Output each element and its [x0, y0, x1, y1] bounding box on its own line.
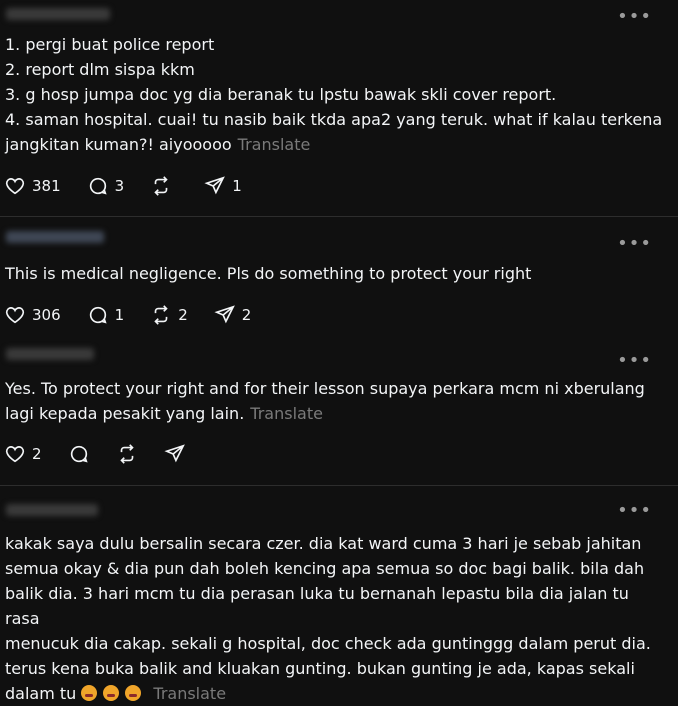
post-actions: 381 3 1 — [4, 174, 268, 198]
reply-button[interactable]: 1 — [87, 304, 125, 326]
comment-icon — [89, 177, 107, 195]
post-line: 3. g hosp jumpa doc yg dia beranak tu lp… — [5, 85, 557, 104]
post-4: ••• kakak saya dulu bersalin secara czer… — [0, 486, 678, 704]
post-line: balik dia. 3 hari mcm tu dia perasan luk… — [5, 584, 629, 628]
reply-count: 1 — [114, 306, 125, 324]
like-count: 306 — [32, 306, 61, 324]
persevering-face-emoji — [103, 685, 120, 701]
repost-icon — [154, 176, 168, 196]
post-text: 1. pergi buat police report 2. report dl… — [5, 32, 668, 157]
username-blurred[interactable] — [6, 348, 94, 360]
heart-icon — [5, 178, 25, 195]
username-blurred[interactable] — [6, 8, 110, 20]
more-options-icon[interactable]: ••• — [617, 352, 652, 370]
repost-button[interactable]: 2 — [150, 304, 188, 326]
share-icon — [214, 305, 235, 324]
more-options-icon[interactable]: ••• — [617, 235, 652, 253]
reply-button[interactable] — [68, 443, 90, 465]
translate-link[interactable]: Translate — [238, 135, 311, 154]
username-blurred[interactable] — [6, 231, 104, 243]
reply-button[interactable]: 3 — [87, 175, 125, 197]
repost-button[interactable] — [150, 175, 178, 197]
more-options-icon[interactable]: ••• — [617, 8, 652, 26]
share-icon — [204, 176, 226, 195]
post-line: semua okay & dia pun dah boleh kencing a… — [5, 559, 645, 578]
post-text: kakak saya dulu bersalin secara czer. di… — [5, 531, 668, 706]
comment-icon — [70, 445, 88, 463]
translate-link[interactable]: Translate — [153, 684, 226, 703]
share-icon — [163, 444, 185, 463]
post-text: Yes. To protect your right and for their… — [5, 376, 668, 426]
heart-icon — [5, 446, 25, 463]
post-line: terus kena buka balik and kluakan guntin… — [5, 659, 635, 678]
share-button[interactable]: 1 — [204, 175, 242, 197]
post-actions: 2 — [4, 442, 212, 466]
heart-icon — [5, 307, 25, 324]
share-button[interactable] — [163, 443, 186, 465]
more-options-icon[interactable]: ••• — [617, 502, 652, 520]
repost-count: 2 — [178, 306, 188, 324]
post-line: dalam tu Translate — [5, 684, 227, 703]
like-count: 2 — [32, 445, 42, 463]
post-line: 2. report dlm sispa kkm — [5, 60, 195, 79]
persevering-face-emoji — [81, 685, 98, 701]
share-count: 1 — [232, 177, 242, 195]
share-button[interactable]: 2 — [214, 304, 252, 326]
like-button[interactable]: 381 — [4, 175, 61, 197]
post-1: ••• 1. pergi buat police report 2. repor… — [0, 0, 678, 216]
share-count: 2 — [241, 306, 252, 324]
post-line: menucuk dia cakap. sekali g hospital, do… — [5, 634, 651, 653]
post-line: lagi kepada pesakit yang lain. Translate — [5, 404, 323, 423]
post-line: Yes. To protect your right and for their… — [5, 379, 645, 398]
post-text: This is medical negligence. Pls do somet… — [5, 261, 668, 286]
post-actions: 306 1 2 2 — [4, 303, 277, 327]
post-line: jangkitan kuman?! aiyooooo Translate — [5, 135, 311, 154]
like-button[interactable]: 306 — [4, 304, 61, 326]
repost-icon — [154, 305, 168, 325]
post-line: 4. saman hospital. cuai! tu nasib baik t… — [5, 110, 663, 129]
reply-count: 3 — [114, 177, 125, 195]
repost-icon — [119, 444, 134, 464]
like-button[interactable]: 2 — [4, 443, 42, 465]
repost-button[interactable] — [116, 443, 138, 465]
like-count: 381 — [32, 177, 61, 195]
post-2: ••• This is medical negligence. Pls do s… — [0, 217, 678, 340]
post-line: This is medical negligence. Pls do somet… — [5, 264, 532, 283]
post-line: 1. pergi buat police report — [5, 35, 215, 54]
post-line: kakak saya dulu bersalin secara czer. di… — [5, 534, 642, 553]
username-blurred[interactable] — [6, 504, 98, 516]
persevering-face-emoji — [125, 685, 142, 701]
comment-icon — [89, 306, 107, 324]
post-3: ••• Yes. To protect your right and for t… — [0, 340, 678, 484]
translate-link[interactable]: Translate — [250, 404, 323, 423]
